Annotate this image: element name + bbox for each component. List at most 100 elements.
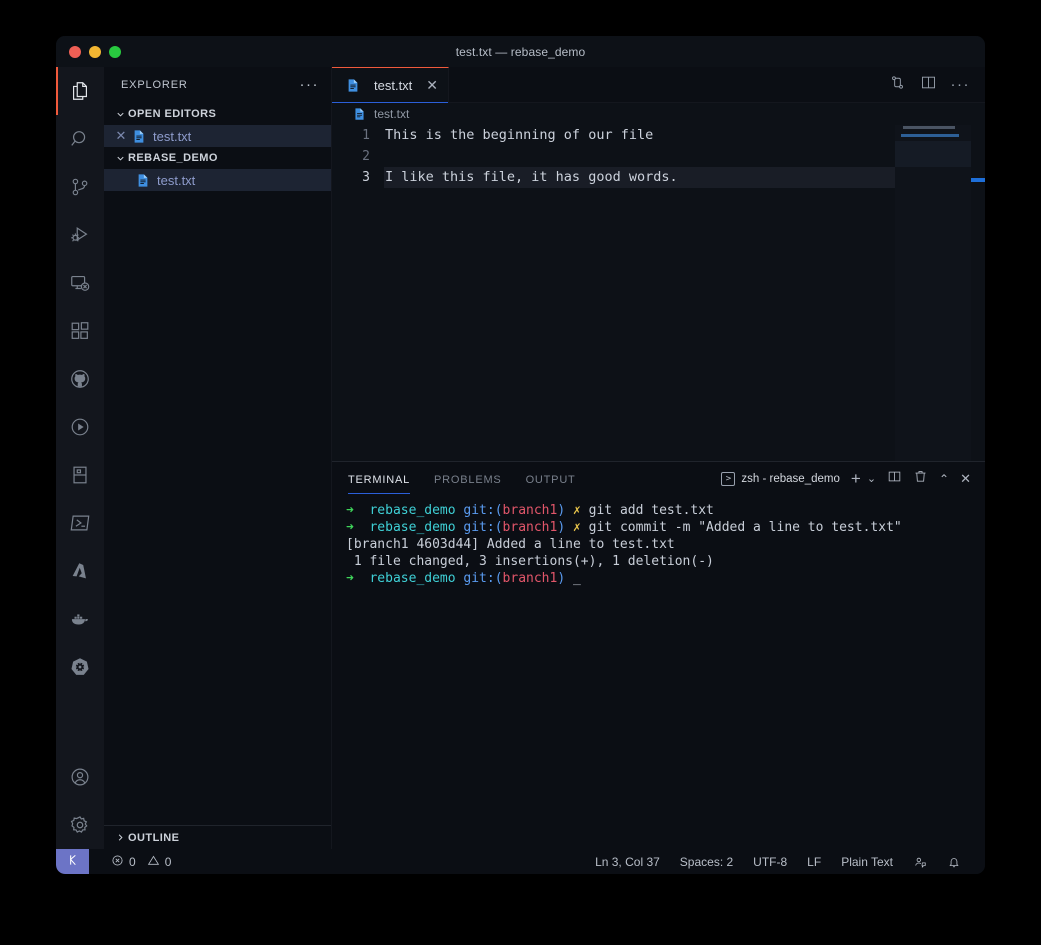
section-rebase-demo[interactable]: REBASE_DEMO [104,147,331,169]
close-editor-icon[interactable]: ✕ [112,128,130,144]
terminal-selector[interactable]: > zsh - rebase_demo [721,472,840,486]
text-file-icon [350,107,368,121]
activity-settings[interactable] [56,801,104,849]
code-lines: 1 This is the beginning of our file 2 3 … [332,125,985,188]
activity-azure[interactable] [56,547,104,595]
tab-test-txt[interactable]: test.txt ✕ [332,67,450,103]
activity-run-and-debug[interactable] [56,211,104,259]
scrollbar-thumb[interactable] [971,178,985,182]
activity-docker[interactable] [56,595,104,643]
split-editor-icon[interactable] [920,74,937,96]
editor-scrollbar[interactable] [971,125,985,461]
split-terminal-icon[interactable] [887,469,902,489]
minimize-window-button[interactable] [89,45,101,58]
account-icon [69,766,91,788]
section-outline[interactable]: OUTLINE [104,825,331,849]
terminal-dropdown-icon[interactable]: ⌄ [867,473,876,485]
problems-status[interactable]: 0 0 [101,854,181,870]
open-editor-item-test-txt[interactable]: ✕ test.txt [104,125,331,147]
kill-terminal-icon[interactable] [913,469,928,489]
line-number: 1 [362,128,370,143]
database-panel-icon [69,464,91,486]
line-number: 2 [362,149,370,164]
play-circle-icon [69,416,91,438]
open-changes-icon[interactable] [889,74,906,96]
status-bar-right: Ln 3, Col 37 Spaces: 2 UTF-8 LF Plain Te… [585,855,985,869]
code-line: 2 [332,146,985,167]
terminal-line: ➜ rebase_demo git:(branch1) ✗ git commit… [346,519,985,536]
encoding-status[interactable]: UTF-8 [743,855,797,869]
minimap-line-active [901,134,959,137]
more-actions-icon[interactable]: ··· [951,77,971,92]
close-window-button[interactable] [69,45,81,58]
new-terminal-icon[interactable]: + [851,470,861,487]
activity-explorer[interactable] [56,67,104,115]
feedback-icon[interactable] [903,855,937,869]
sidebar-more-actions-icon[interactable]: ··· [300,77,320,92]
docker-whale-icon [69,608,91,630]
tab-output[interactable]: OUTPUT [526,465,576,494]
editor-tab-bar: test.txt ✕ ··· [332,67,985,103]
section-open-editors[interactable]: OPEN EDITORS [104,103,331,125]
activity-kubernetes[interactable] [56,643,104,691]
activity-accounts[interactable] [56,753,104,801]
activity-extensions[interactable] [56,307,104,355]
section-outline-label: OUTLINE [128,831,180,844]
azure-icon [69,560,91,582]
terminal-segment: branch1 [502,503,558,518]
code-editor[interactable]: 1 This is the beginning of our file 2 3 … [332,125,985,461]
terminal-segment: git:( [463,571,503,586]
indentation-status[interactable]: Spaces: 2 [670,855,743,869]
warning-count: 0 [164,854,172,869]
activity-test-runner[interactable] [56,403,104,451]
error-count: 0 [129,854,136,869]
language-mode-status[interactable]: Plain Text [831,855,903,869]
activity-github[interactable] [56,355,104,403]
terminal-segment: ✗ [565,503,589,518]
chevron-down-icon [112,153,128,164]
file-tree-item-test-txt[interactable]: test.txt [104,169,331,191]
title-bar: test.txt — rebase_demo [56,36,985,67]
minimap[interactable] [895,125,971,461]
close-icon[interactable]: ✕ [426,78,438,92]
cursor-position[interactable]: Ln 3, Col 37 [585,855,670,869]
tab-problems[interactable]: PROBLEMS [434,465,502,494]
remote-window-indicator[interactable] [56,849,89,874]
close-panel-icon[interactable]: ✕ [960,472,971,485]
window-controls[interactable] [56,45,121,58]
remote-window-icon [66,853,80,870]
activity-powershell[interactable] [56,499,104,547]
terminal-segment: git:( [463,503,503,518]
tab-terminal[interactable]: TERMINAL [348,465,411,494]
status-bar-left: 0 0 [89,854,181,870]
activity-database[interactable] [56,451,104,499]
powershell-icon [69,512,91,534]
explorer-sidebar: EXPLORER ··· OPEN EDITORS ✕ test.txt REB… [104,67,332,849]
code-text: I like this file, it has good words. [385,169,678,185]
minimap-line [903,126,955,129]
minimap-slider[interactable] [895,141,971,167]
chevron-right-icon [112,832,128,843]
activity-search[interactable] [56,115,104,163]
tab-label: test.txt [374,77,413,93]
activity-source-control[interactable] [56,163,104,211]
editor-toolbar: ··· [889,67,986,102]
terminal-segment: 1 file changed, 3 insertions(+), 1 delet… [346,554,714,569]
editor-area: test.txt ✕ ··· test.txt 1 This is the be… [332,67,985,849]
terminal-segment: rebase_demo [361,571,464,586]
line-number-active: 3 [362,170,370,185]
zoom-window-button[interactable] [109,45,121,58]
bell-icon[interactable] [937,855,971,869]
terminal-segment: branch1 [502,520,558,535]
terminal-output[interactable]: ➜ rebase_demo git:(branch1) ✗ git add te… [332,496,985,849]
terminal-segment: rebase_demo [361,520,464,535]
terminal-segment: ) [557,503,566,518]
maximize-panel-icon[interactable]: ⌃ [939,473,949,485]
activity-remote-explorer[interactable] [56,259,104,307]
breadcrumb[interactable]: test.txt [332,103,985,125]
terminal-line: 1 file changed, 3 insertions(+), 1 delet… [346,553,985,570]
chevron-down-icon [112,109,128,120]
files-icon [69,80,91,102]
eol-status[interactable]: LF [797,855,831,869]
